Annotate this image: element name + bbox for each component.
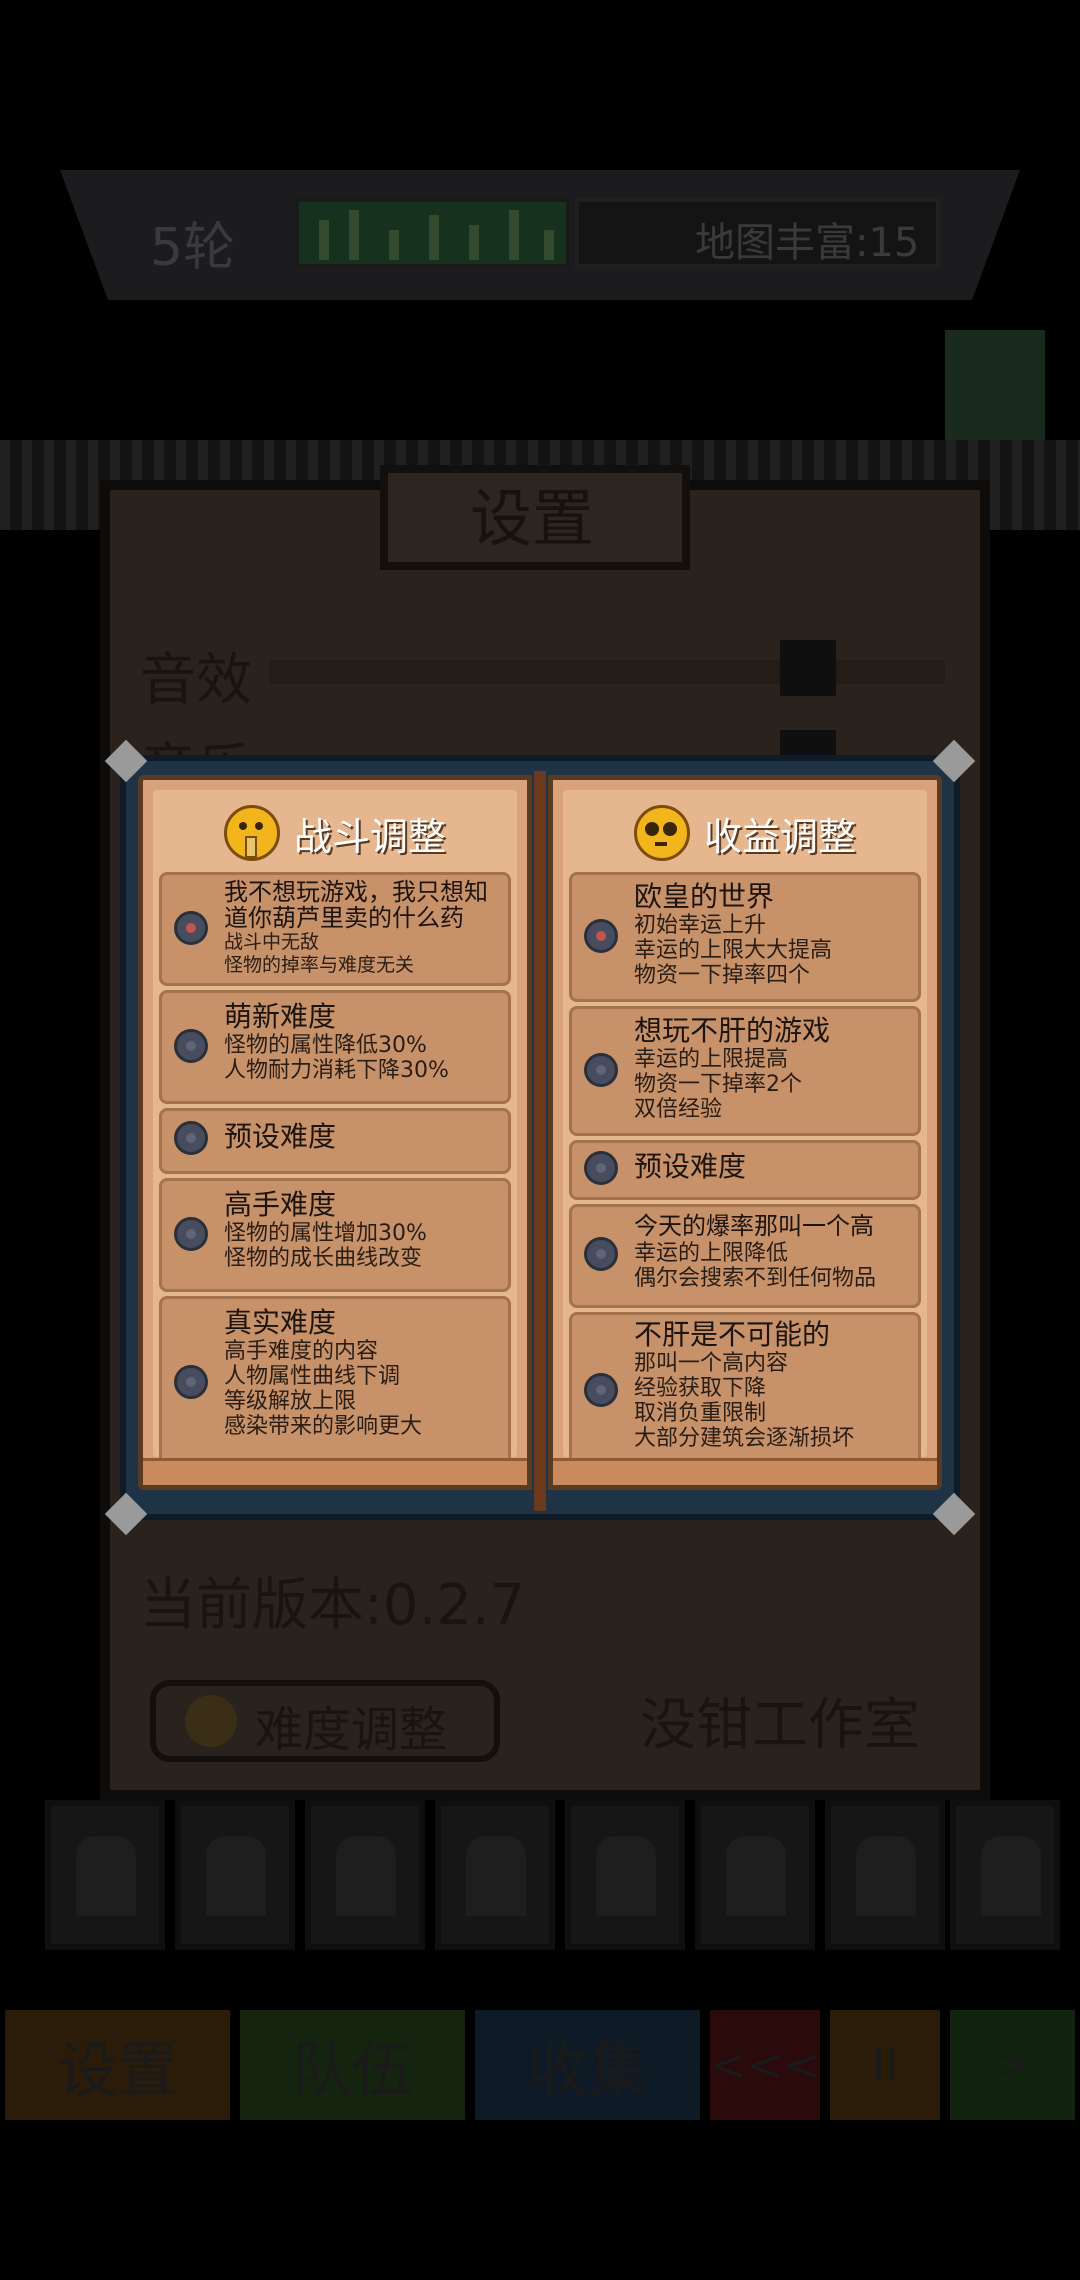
option-desc: 幸运的上限降低 [634,1241,789,1266]
scenery-block [945,330,1045,450]
building-card[interactable] [435,1800,555,1950]
page-header: 战斗调整 [153,802,517,864]
difficulty-adjust-label: 难度调整 [255,1702,448,1758]
option-casual[interactable]: 想玩不肝的游戏 幸运的上限提高 物资一下掉率2个 双倍经验 [569,1006,921,1136]
option-title: 想玩不肝的游戏 [634,1014,831,1047]
combat-adjust-title: 战斗调整 [293,814,446,859]
option-desc: 幸运的上限大大提高 [634,938,833,963]
thinking-face-icon [185,1695,237,1747]
option-title: 不肝是不可能的 [634,1318,831,1351]
page-edge [553,1458,937,1485]
option-desc: 怪物的掉率与难度无关 [224,954,415,976]
option-desc: 战斗中无敌 [224,931,320,953]
option-invincible[interactable]: 我不想玩游戏，我只想知道你葫芦里卖的什么药 战斗中无敌 怪物的掉率与难度无关 [159,872,511,986]
option-desc: 偶尔会搜索不到任何物品 [634,1266,877,1291]
settings-title: 设置 [470,482,595,555]
option-expert[interactable]: 高手难度 怪物的属性增加30% 怪物的成长曲线改变 [159,1178,511,1292]
option-title: 萌新难度 [224,1000,337,1033]
building-card[interactable] [175,1800,295,1950]
studio-label: 没钳工作室 [640,1693,920,1758]
option-novice[interactable]: 萌新难度 怪物的属性降低30% 人物耐力消耗下降30% [159,990,511,1104]
option-title: 预设难度 [634,1150,747,1183]
bottom-button-collection[interactable]: 收集 [475,2010,700,2120]
page-paper: 战斗调整 我不想玩游戏，我只想知道你葫芦里卖的什么药 战斗中无敌 怪物的掉率与难… [153,790,517,1468]
option-desc: 经验获取下降 [634,1376,767,1401]
option-radio[interactable] [584,1237,618,1271]
map-richness-label: 地图丰富:15 [695,220,920,266]
option-desc: 大部分建筑会逐渐损坏 [634,1426,855,1451]
option-title: 今天的爆率那叫一个高 [634,1212,874,1240]
resource-bar [295,198,570,268]
option-desc: 感染带来的影响更大 [224,1414,423,1439]
option-title: 预设难度 [224,1120,337,1153]
pause-button[interactable]: II [830,2010,940,2120]
option-title: 真实难度 [224,1306,337,1339]
option-grind[interactable]: 不肝是不可能的 那叫一个高内容 经验获取下降 取消负重限制 大部分建筑会逐渐损坏 [569,1312,921,1468]
option-realistic[interactable]: 真实难度 高手难度的内容 人物属性曲线下调 等级解放上限 感染带来的影响更大 [159,1296,511,1468]
building-card[interactable] [695,1800,815,1950]
option-desc: 双倍经验 [634,1097,723,1122]
bottom-button-team[interactable]: 队伍 [240,2010,465,2120]
option-desc: 幸运的上限提高 [634,1047,789,1072]
book-spine [534,771,546,1511]
building-card[interactable] [825,1800,945,1950]
page-header: 收益调整 [563,802,927,864]
option-desc: 怪物的属性降低30% [224,1033,427,1058]
option-radio[interactable] [174,1121,208,1155]
option-radio[interactable] [584,919,618,953]
option-desc: 怪物的成长曲线改变 [224,1246,423,1271]
building-card[interactable] [950,1800,1060,1950]
page-edge [143,1458,527,1485]
option-radio[interactable] [174,1217,208,1251]
option-desc: 物资一下掉率四个 [634,963,811,988]
option-desc: 等级解放上限 [224,1389,357,1414]
option-radio[interactable] [174,1365,208,1399]
option-desc: 那叫一个高内容 [634,1351,789,1376]
sound-effects-label: 音效 [140,648,252,713]
difficulty-book-modal: 战斗调整 我不想玩游戏，我只想知道你葫芦里卖的什么药 战斗中无敌 怪物的掉率与难… [104,739,976,1536]
reward-adjust-page: 收益调整 欧皇的世界 初始幸运上升 幸运的上限大大提高 物资一下掉率四个 想玩不… [548,775,942,1490]
reward-adjust-title: 收益调整 [703,814,856,859]
option-preset[interactable]: 预设难度 [159,1108,511,1174]
pleading-face-icon [633,805,690,861]
option-radio[interactable] [584,1373,618,1407]
option-lucky-world[interactable]: 欧皇的世界 初始幸运上升 幸运的上限大大提高 物资一下掉率四个 [569,872,921,1002]
option-desc: 取消负重限制 [634,1401,767,1426]
option-high-drop[interactable]: 今天的爆率那叫一个高 幸运的上限降低 偶尔会搜索不到任何物品 [569,1204,921,1308]
option-desc: 人物耐力消耗下降30% [224,1058,449,1083]
rewind-button[interactable]: <<< [710,2010,820,2120]
option-radio[interactable] [584,1053,618,1087]
option-title: 我不想玩游戏，我只想知道你葫芦里卖的什么药 [224,878,488,932]
combat-adjust-page: 战斗调整 我不想玩游戏，我只想知道你葫芦里卖的什么药 战斗中无敌 怪物的掉率与难… [138,775,532,1490]
option-radio[interactable] [174,911,208,945]
option-radio[interactable] [584,1151,618,1185]
building-card[interactable] [565,1800,685,1950]
option-desc: 物资一下掉率2个 [634,1072,802,1097]
shushing-face-icon [223,805,280,861]
option-desc: 初始幸运上升 [634,913,767,938]
bottom-button-settings[interactable]: 设置 [5,2010,230,2120]
building-card[interactable] [45,1800,165,1950]
cat-icon[interactable] [780,640,836,696]
building-card[interactable] [305,1800,425,1950]
version-label: 当前版本:0.2.7 [140,1573,526,1638]
sound-effects-slider[interactable] [270,660,945,684]
option-desc: 人物属性曲线下调 [224,1364,401,1389]
option-desc: 怪物的属性增加30% [224,1221,427,1246]
option-preset[interactable]: 预设难度 [569,1140,921,1200]
option-title: 高手难度 [224,1188,337,1221]
option-radio[interactable] [174,1029,208,1063]
page-paper: 收益调整 欧皇的世界 初始幸运上升 幸运的上限大大提高 物资一下掉率四个 想玩不… [563,790,927,1468]
round-counter: 5轮 [150,218,236,278]
option-desc: 高手难度的内容 [224,1339,379,1364]
option-title: 欧皇的世界 [634,880,775,913]
play-button[interactable]: > [950,2010,1075,2120]
